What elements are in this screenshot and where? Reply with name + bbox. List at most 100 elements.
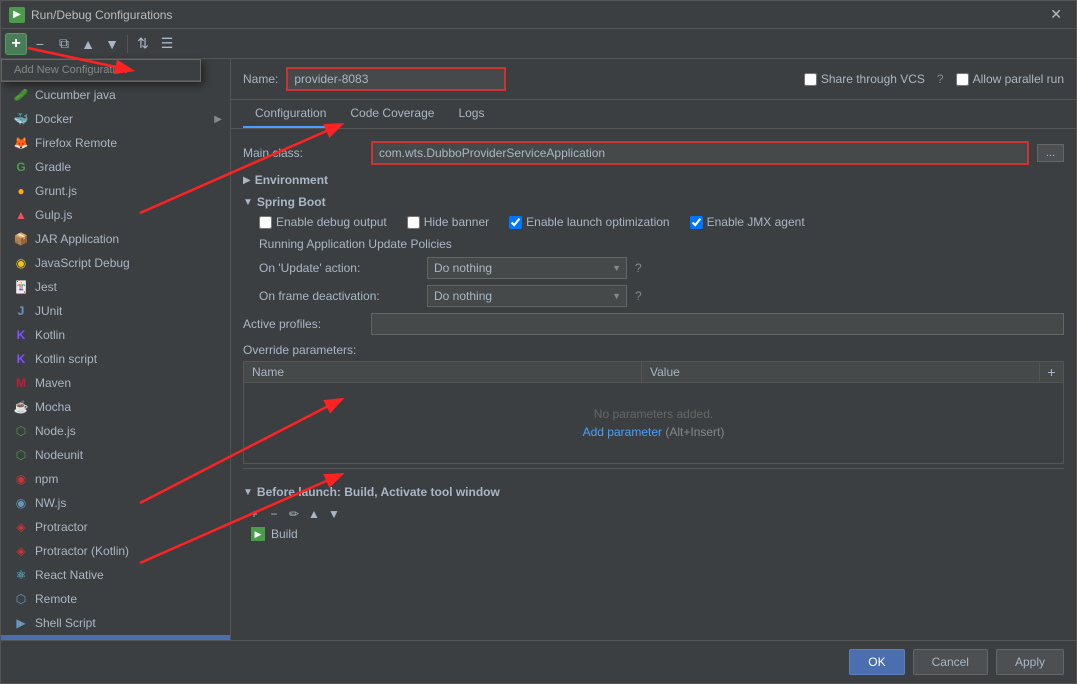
on-update-select-wrapper: Do nothing Update classes and resources … (427, 257, 627, 279)
sidebar-item-nw-js[interactable]: ◉ NW.js (1, 491, 230, 515)
right-options: Share through VCS ? Allow parallel run (804, 72, 1064, 86)
ok-button[interactable]: OK (849, 649, 904, 675)
group-button[interactable]: ☰ (156, 33, 178, 55)
on-update-row: On 'Update' action: Do nothing Update cl… (243, 257, 1064, 279)
add-param-button[interactable]: + (1039, 362, 1063, 382)
window-title: Run/Debug Configurations (31, 8, 1044, 22)
kotlin-script-icon: K (13, 351, 29, 367)
on-update-help-icon[interactable]: ? (635, 261, 642, 275)
sidebar-item-label: Kotlin (35, 328, 65, 342)
sidebar-item-jar-application[interactable]: 📦 JAR Application (1, 227, 230, 251)
enable-jmx-checkbox[interactable] (690, 216, 703, 229)
move-up-button[interactable]: ▲ (77, 33, 99, 55)
spring-boot-section-header[interactable]: ▼ Spring Boot (243, 195, 1064, 209)
enable-launch-opt-item[interactable]: Enable launch optimization (509, 215, 669, 229)
sidebar-item-nodeunit[interactable]: ⬡ Nodeunit (1, 443, 230, 467)
sidebar-item-mocha[interactable]: ☕ Mocha (1, 395, 230, 419)
copy-configuration-button[interactable]: ⧉ (53, 33, 75, 55)
sidebar-item-label: JUnit (35, 304, 62, 318)
share-vcs-checkbox[interactable] (804, 73, 817, 86)
sidebar-item-react-native[interactable]: ⚛ React Native (1, 563, 230, 587)
main-class-label: Main class: (243, 146, 363, 160)
sidebar-item-label: Gulp.js (35, 208, 72, 222)
sidebar-item-shell-script[interactable]: ▶ Shell Script (1, 611, 230, 635)
junit-icon: J (13, 303, 29, 319)
sidebar-item-jest[interactable]: 🃏 Jest (1, 275, 230, 299)
sidebar-item-node-js[interactable]: ⬡ Node.js (1, 419, 230, 443)
on-frame-select[interactable]: Do nothing Update classes and resources … (427, 285, 627, 307)
sidebar-item-cucumber-java[interactable]: 🥒 Cucumber java (1, 83, 230, 107)
environment-expand-triangle: ▶ (243, 175, 251, 186)
sidebar-item-gulp-js[interactable]: ▲ Gulp.js (1, 203, 230, 227)
add-configuration-button[interactable]: + (5, 33, 27, 55)
browse-main-class-button[interactable]: ... (1037, 144, 1064, 162)
docker-icon: 🐳 (13, 111, 29, 127)
protractor-kotlin-icon: ◈ (13, 543, 29, 559)
jest-icon: 🃏 (13, 279, 29, 295)
config-content: Main class: ... ▶ Environment ▼ Spring B… (231, 129, 1076, 640)
add-param-link[interactable]: Add parameter (Alt+Insert) (583, 425, 725, 439)
sidebar-item-kotlin-script[interactable]: K Kotlin script (1, 347, 230, 371)
name-label: Name: (243, 72, 278, 86)
apply-button[interactable]: Apply (996, 649, 1064, 675)
hide-banner-checkbox[interactable] (407, 216, 420, 229)
on-frame-help-icon[interactable]: ? (635, 289, 642, 303)
before-launch-add-button[interactable]: + (245, 505, 263, 523)
sidebar-item-gradle[interactable]: G Gradle (1, 155, 230, 179)
before-launch-remove-button[interactable]: − (265, 505, 283, 523)
sidebar-item-protractor[interactable]: ◈ Protractor (1, 515, 230, 539)
on-update-select[interactable]: Do nothing Update classes and resources … (427, 257, 627, 279)
sidebar-item-javascript-debug[interactable]: ◉ JavaScript Debug (1, 251, 230, 275)
environment-section-header[interactable]: ▶ Environment (243, 173, 1064, 187)
cancel-button[interactable]: Cancel (913, 649, 988, 675)
build-icon: ▶ (251, 527, 265, 541)
sidebar-item-label: Firefox Remote (35, 136, 117, 150)
remove-configuration-button[interactable]: − (29, 33, 51, 55)
name-row: Name: Share through VCS ? Allow parallel… (231, 59, 1076, 100)
sidebar-item-label: npm (35, 472, 58, 486)
allow-parallel-label[interactable]: Allow parallel run (956, 72, 1064, 86)
sidebar-item-kotlin[interactable]: K Kotlin (1, 323, 230, 347)
tab-code-coverage[interactable]: Code Coverage (338, 100, 446, 128)
no-params-text: No parameters added. (594, 407, 713, 421)
sidebar-item-label: Protractor (Kotlin) (35, 544, 129, 558)
sidebar-item-junit[interactable]: J JUnit (1, 299, 230, 323)
running-app-update-label: Running Application Update Policies (243, 237, 1064, 251)
sort-configurations-button[interactable]: ⇅ (132, 33, 154, 55)
sidebar-item-npm[interactable]: ◉ npm (1, 467, 230, 491)
sidebar-item-grunt-js[interactable]: ● Grunt.js (1, 179, 230, 203)
environment-section-title: Environment (255, 173, 328, 187)
footer: OK Cancel Apply (1, 640, 1076, 683)
sidebar-item-remote[interactable]: ⬡ Remote (1, 587, 230, 611)
tab-logs[interactable]: Logs (446, 100, 496, 128)
name-input[interactable] (286, 67, 506, 91)
npm-icon: ◉ (13, 471, 29, 487)
sidebar-item-protractor-kotlin[interactable]: ◈ Protractor (Kotlin) (1, 539, 230, 563)
main-class-input[interactable] (371, 141, 1029, 165)
move-down-button[interactable]: ▼ (101, 33, 123, 55)
before-launch-toolbar: + − ✏ ▲ ▼ (243, 505, 1064, 523)
grunt-js-icon: ● (13, 183, 29, 199)
before-launch-move-down-button[interactable]: ▼ (325, 505, 343, 523)
close-button[interactable]: ✕ (1044, 4, 1068, 25)
active-profiles-input[interactable] (371, 313, 1064, 335)
sidebar-item-firefox-remote[interactable]: 🦊 Firefox Remote (1, 131, 230, 155)
hide-banner-item[interactable]: Hide banner (407, 215, 489, 229)
before-launch-edit-button[interactable]: ✏ (285, 505, 303, 523)
sidebar-item-label: Kotlin script (35, 352, 97, 366)
enable-launch-opt-checkbox[interactable] (509, 216, 522, 229)
share-vcs-label[interactable]: Share through VCS (804, 72, 925, 86)
sidebar-item-label: Gradle (35, 160, 71, 174)
before-launch-header[interactable]: ▼ Before launch: Build, Activate tool wi… (243, 485, 1064, 499)
sidebar-item-maven[interactable]: M Maven (1, 371, 230, 395)
enable-jmx-item[interactable]: Enable JMX agent (690, 215, 805, 229)
sidebar-item-docker[interactable]: 🐳 Docker ▶ (1, 107, 230, 131)
before-launch-move-up-button[interactable]: ▲ (305, 505, 323, 523)
enable-debug-output-checkbox[interactable] (259, 216, 272, 229)
main-class-row: Main class: ... (243, 141, 1064, 165)
tab-configuration[interactable]: Configuration (243, 100, 338, 128)
allow-parallel-checkbox[interactable] (956, 73, 969, 86)
share-vcs-help-icon[interactable]: ? (937, 72, 944, 86)
cucumber-java-icon: 🥒 (13, 87, 29, 103)
enable-debug-output-item[interactable]: Enable debug output (259, 215, 387, 229)
